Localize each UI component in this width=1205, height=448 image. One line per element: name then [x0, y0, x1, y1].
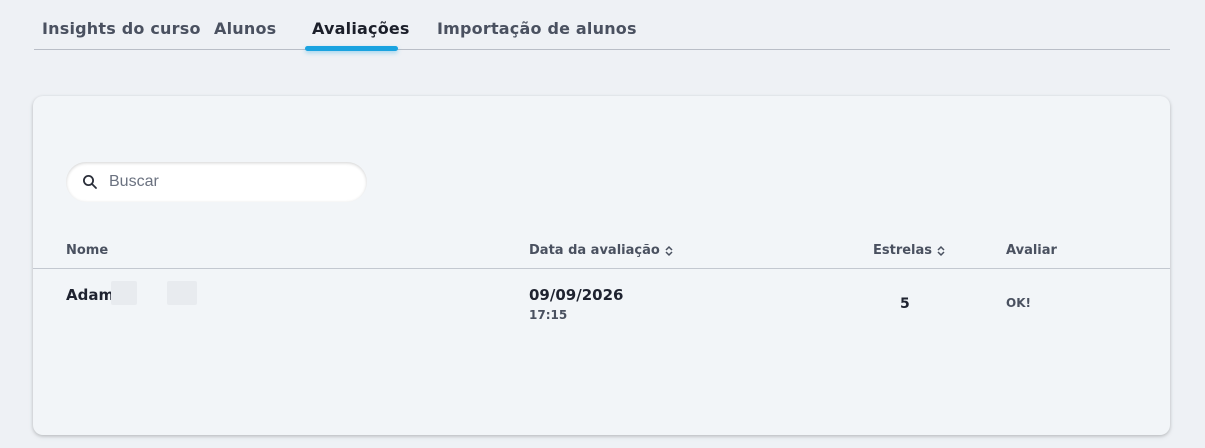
column-header-avaliar: Avaliar [1006, 243, 1057, 258]
column-header-label: Estrelas [873, 243, 933, 258]
tab-insights[interactable]: Insights do curso [42, 19, 201, 38]
stars-value: 5 [900, 296, 910, 312]
column-header-label: Data da avaliação [529, 243, 660, 258]
redacted-name-part [111, 281, 137, 305]
reviews-card: Nome Data da avaliação Estrelas Avaliar … [33, 96, 1170, 435]
search-box[interactable] [66, 162, 367, 202]
tab-bar: Insights do curso Alunos Avaliações Impo… [34, 0, 1170, 51]
tab-avaliacoes[interactable]: Avaliações [312, 19, 410, 38]
column-header-estrelas[interactable]: Estrelas [873, 243, 945, 258]
search-input[interactable] [109, 170, 349, 194]
sort-icon[interactable] [937, 245, 945, 257]
active-tab-indicator [305, 46, 398, 51]
sort-icon[interactable] [665, 245, 673, 257]
column-header-label: Nome [66, 243, 109, 258]
column-header-nome: Nome [66, 243, 108, 258]
review-time: 17:15 [529, 308, 568, 322]
column-header-label: Avaliar [1006, 243, 1057, 258]
tab-alunos[interactable]: Alunos [214, 19, 276, 38]
tab-importacao[interactable]: Importação de alunos [437, 19, 637, 38]
student-name: Adam [66, 286, 115, 304]
redacted-name-part [167, 281, 197, 305]
review-date: 09/09/2026 [529, 286, 624, 304]
search-icon [83, 175, 97, 189]
column-header-data[interactable]: Data da avaliação [529, 243, 673, 258]
table-header-divider [33, 268, 1170, 269]
rating-text: OK! [1006, 296, 1031, 310]
